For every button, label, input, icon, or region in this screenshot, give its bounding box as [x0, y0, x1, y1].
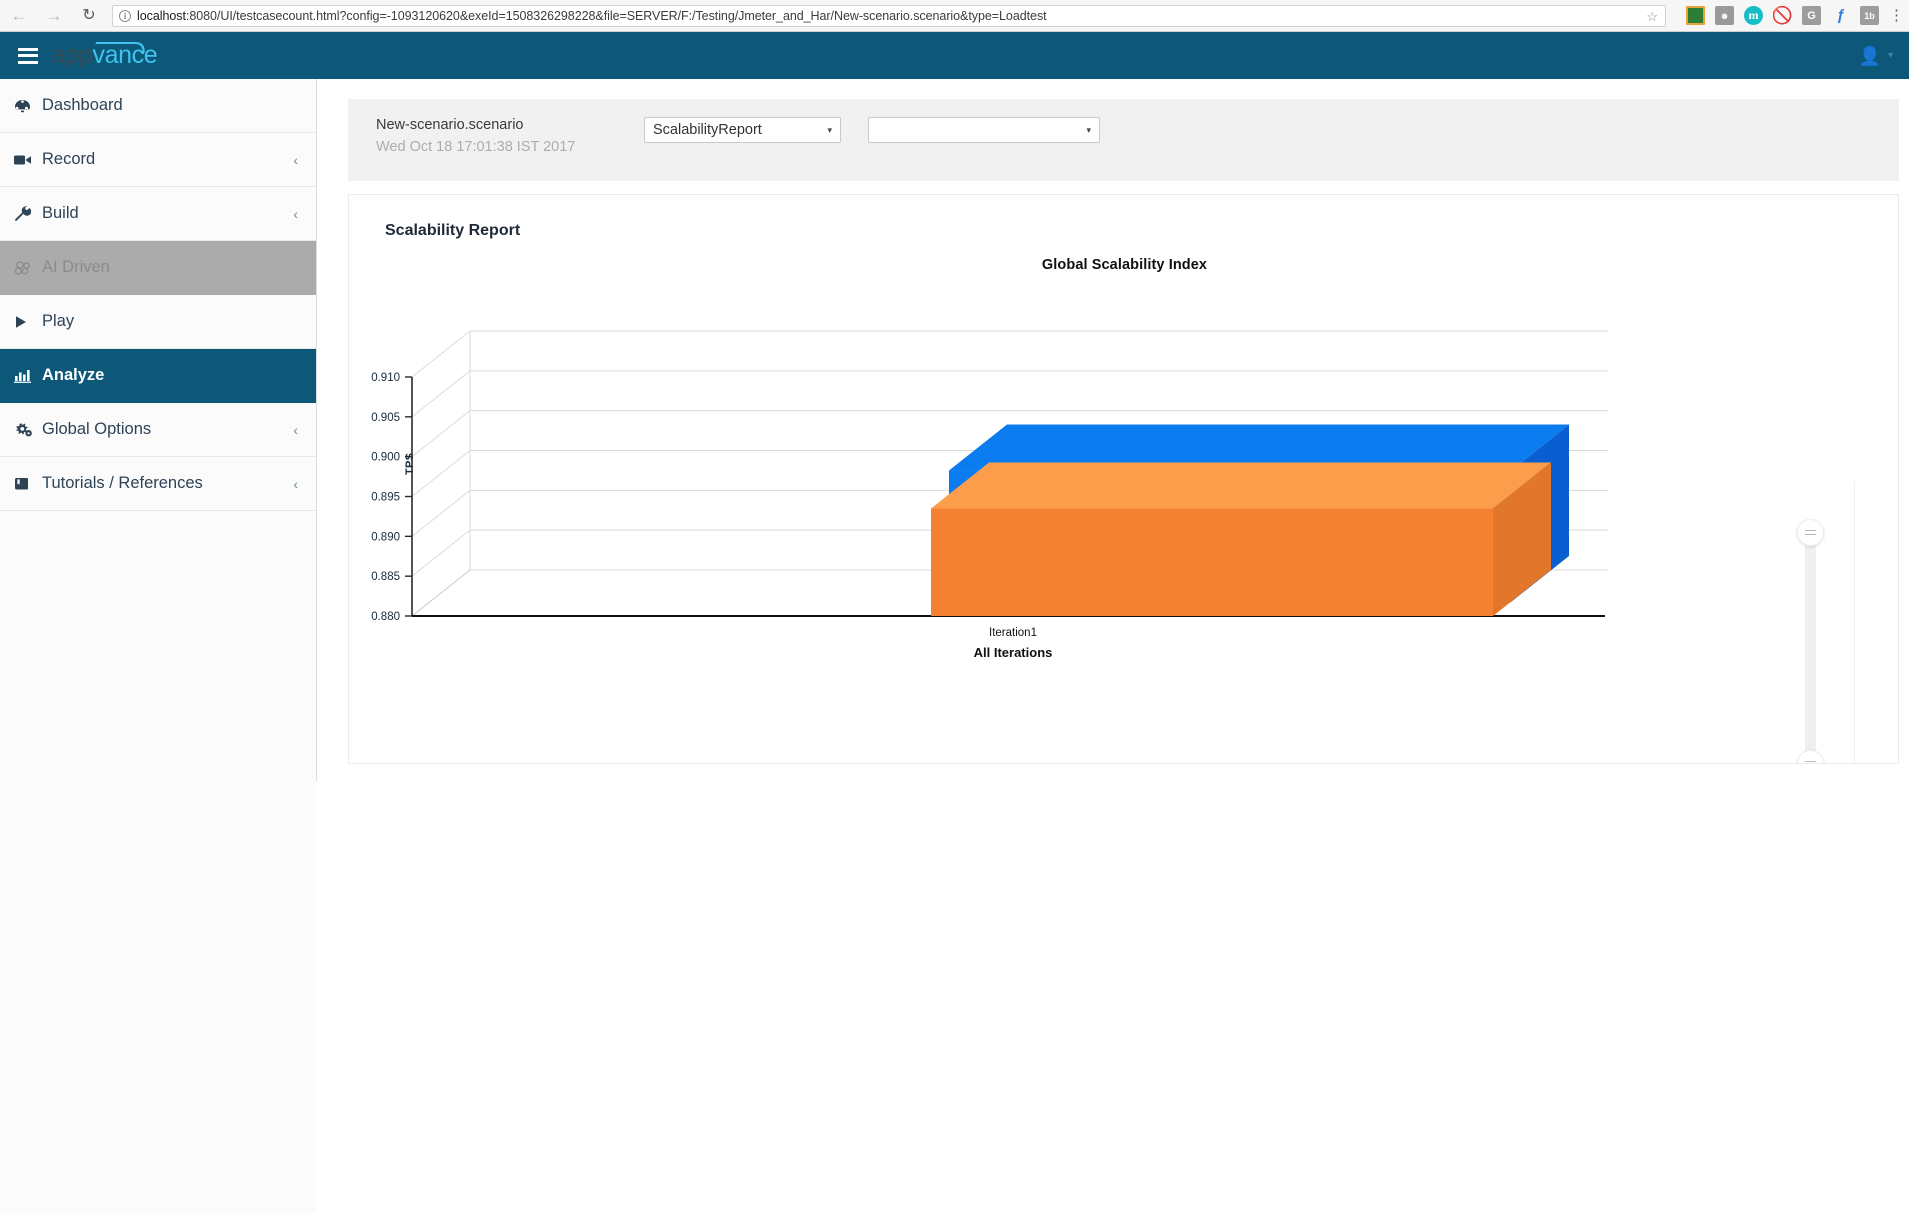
report-type-value: ScalabilityReport	[653, 122, 762, 138]
forward-arrow-icon[interactable]: →	[43, 5, 65, 27]
sidebar-item-label: AI Driven	[42, 258, 110, 276]
dashboard-icon	[14, 99, 42, 113]
sidebar-item-dashboard[interactable]: Dashboard	[0, 79, 316, 133]
url-path: :8080/UI/testcasecount.html?config=-1093…	[185, 8, 1047, 23]
scalability-3d-bar-chart: 0.880 0.885 0.890 0.895 0.900 0.905 0.910 Iter…	[371, 330, 1608, 660]
vertical-range-slider-track[interactable]	[1805, 533, 1816, 757]
sidebar: Dashboard Record ‹ Build ‹ AI Driven Pla…	[0, 79, 317, 1213]
secondary-select[interactable]: ▾	[868, 117, 1100, 143]
chevron-left-icon: ‹	[293, 205, 298, 222]
site-info-icon[interactable]: i	[119, 9, 131, 22]
bar-chart-icon	[14, 368, 42, 383]
sidebar-item-label: Analyze	[42, 366, 105, 384]
onebox-extension-icon[interactable]: 1b	[1860, 6, 1879, 25]
play-icon	[14, 315, 42, 329]
back-arrow-icon[interactable]: ←	[8, 5, 30, 27]
sidebar-item-tutorials-references[interactable]: Tutorials / References ‹	[0, 457, 316, 511]
sidebar-item-analyze[interactable]: Analyze	[0, 349, 316, 403]
chevron-down-icon[interactable]: ▾	[1888, 50, 1893, 61]
svg-text:0.890: 0.890	[371, 531, 400, 543]
sidebar-item-record[interactable]: Record ‹	[0, 133, 316, 187]
report-type-select[interactable]: ScalabilityReport ▾	[644, 117, 841, 143]
browser-nav-buttons: ← → ↻	[0, 5, 100, 27]
chevron-left-icon: ‹	[293, 475, 298, 492]
sidebar-item-label: Record	[42, 150, 96, 168]
sidebar-filler	[0, 511, 316, 1213]
sidebar-item-global-options[interactable]: Global Options ‹	[0, 403, 316, 457]
screencast-extension-icon[interactable]	[1686, 6, 1705, 25]
url-host: localhost	[137, 8, 186, 23]
chart-depth-lines	[411, 330, 471, 617]
ai-nodes-icon	[14, 260, 42, 275]
chevron-left-icon: ‹	[293, 421, 298, 438]
sidebar-item-label: Global Options	[42, 420, 152, 438]
panel-divider	[1854, 481, 1855, 763]
sidebar-item-label: Tutorials / References	[42, 474, 203, 492]
book-icon	[14, 477, 42, 491]
reload-icon[interactable]: ↻	[78, 5, 100, 27]
svg-text:0.885: 0.885	[371, 571, 400, 583]
x-axis-title: All Iterations	[974, 645, 1053, 660]
chart-bars	[931, 424, 1569, 616]
gears-icon	[14, 422, 42, 437]
browser-toolbar: ← → ↻ i localhost:8080/UI/testcasecount.…	[0, 0, 1909, 32]
scenario-name: New-scenario.scenario	[376, 117, 524, 133]
range-slider-handle-top[interactable]	[1797, 519, 1824, 546]
appvance-logo: appvance	[52, 41, 158, 70]
chart-panel: Scalability Report Global Scalability In…	[348, 194, 1899, 764]
wrench-icon	[14, 206, 42, 221]
bookmark-star-icon[interactable]: ☆	[1646, 9, 1658, 25]
logo-text-app: app	[52, 41, 93, 69]
svg-text:0.880: 0.880	[371, 611, 400, 623]
scenario-timestamp: Wed Oct 18 17:01:38 IST 2017	[376, 139, 576, 155]
video-camera-icon	[14, 154, 42, 166]
address-bar[interactable]: i localhost:8080/UI/testcasecount.html?c…	[112, 4, 1666, 27]
svg-text:0.910: 0.910	[371, 372, 400, 384]
user-avatar-icon[interactable]: 👤	[1859, 47, 1881, 65]
y-axis-ticks: 0.880 0.885 0.890 0.895 0.900 0.905 0.910	[371, 372, 412, 623]
browser-menu-icon[interactable]: ⋮	[1889, 8, 1904, 23]
sidebar-item-build[interactable]: Build ‹	[0, 187, 316, 241]
chevron-down-icon: ▾	[1086, 124, 1091, 135]
svg-text:0.900: 0.900	[371, 452, 400, 464]
sidebar-item-label: Dashboard	[42, 96, 123, 114]
svg-text:0.895: 0.895	[371, 492, 400, 504]
memory-extension-icon[interactable]: m	[1744, 6, 1763, 25]
url-text: localhost:8080/UI/testcasecount.html?con…	[137, 9, 1047, 23]
adblock-extension-icon[interactable]: 🚫	[1773, 6, 1792, 25]
browser-extensions: ● m 🚫 G ƒ 1b ⋮	[1672, 6, 1909, 25]
grammarly-extension-icon[interactable]: G	[1802, 6, 1821, 25]
x-tick-label: Iteration1	[989, 627, 1037, 639]
sidebar-item-ai-driven: AI Driven	[0, 241, 316, 295]
firebug-extension-icon[interactable]: ƒ	[1831, 6, 1850, 25]
chevron-down-icon: ▾	[827, 124, 832, 135]
svg-text:0.905: 0.905	[371, 412, 400, 424]
sidebar-item-play[interactable]: Play	[0, 295, 316, 349]
report-toolbar: New-scenario.scenario Wed Oct 18 17:01:3…	[348, 99, 1899, 181]
header-user-area[interactable]: 👤 ▾	[1859, 47, 1909, 65]
main-content: New-scenario.scenario Wed Oct 18 17:01:3…	[318, 79, 1909, 781]
sidebar-item-label: Build	[42, 204, 79, 222]
hamburger-menu-icon[interactable]	[6, 47, 50, 64]
logo-swoosh-icon	[92, 42, 148, 54]
sidebar-item-label: Play	[42, 312, 75, 330]
ghostery-extension-icon[interactable]: ●	[1715, 6, 1734, 25]
app-header: appvance 👤 ▾	[0, 32, 1909, 79]
scenario-info: New-scenario.scenario Wed Oct 18 17:01:3…	[376, 117, 624, 156]
chevron-left-icon: ‹	[293, 151, 298, 168]
